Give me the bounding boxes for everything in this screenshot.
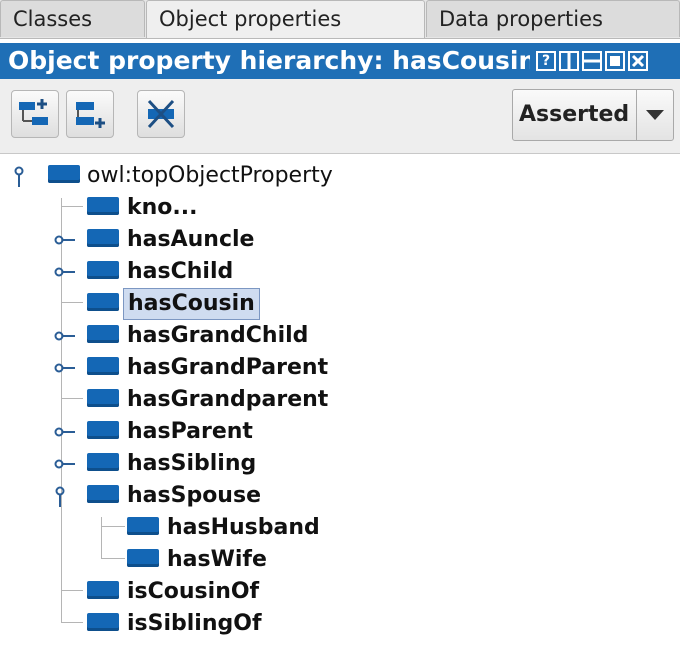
close-button[interactable] [628, 51, 648, 71]
tab-label: Classes [13, 7, 93, 31]
tree-node[interactable]: isSiblingOf [0, 608, 680, 640]
tree-node-label: hasGrandparent [127, 387, 329, 412]
view-title-bar: Object property hierarchy: hasCousin ? [0, 43, 680, 79]
tree-node-root[interactable]: owl:topObjectProperty [0, 160, 680, 192]
tree-node-label: kno... [127, 195, 198, 220]
tree-node[interactable]: isCousinOf [0, 576, 680, 608]
split-view-icon [567, 53, 571, 69]
tree-node-label: hasSpouse [127, 483, 261, 508]
tree-node-selected[interactable]: hasCousin [0, 288, 680, 320]
view-title: Object property hierarchy: hasCousin [8, 46, 530, 75]
tree-node[interactable]: hasHusband [0, 512, 680, 544]
tree-node[interactable]: hasParent [0, 416, 680, 448]
object-property-icon [127, 549, 159, 567]
tree-node[interactable]: hasChild [0, 256, 680, 288]
tree-expanded-handle-icon[interactable] [14, 166, 24, 188]
tree-node-label: hasWife [167, 547, 267, 572]
object-property-tree[interactable]: owl:topObjectProperty kno... hasAuncle h… [0, 154, 680, 662]
tab-classes[interactable]: Classes [0, 0, 145, 37]
object-property-icon [127, 517, 159, 535]
object-property-icon [87, 613, 119, 631]
object-property-icon [87, 357, 119, 375]
tree-collapsed-handle-icon[interactable] [54, 459, 76, 469]
add-sibling-property-button[interactable] [66, 90, 114, 138]
tree-collapsed-handle-icon[interactable] [54, 363, 76, 373]
add-sub-property-button[interactable] [11, 90, 59, 138]
tree-collapsed-handle-icon[interactable] [54, 331, 76, 341]
tree-node-label: hasAuncle [127, 227, 255, 252]
minimize-button[interactable] [582, 51, 602, 71]
split-view-button[interactable] [559, 51, 579, 71]
view-tab-bar: Classes Object properties Data propertie… [0, 0, 680, 39]
tree-node[interactable]: hasGrandChild [0, 320, 680, 352]
tree-node-label: hasParent [127, 419, 253, 444]
object-property-icon [87, 453, 119, 471]
tree-node-label: isCousinOf [127, 579, 260, 604]
tree-node-label: hasGrandChild [127, 323, 309, 348]
tree-collapsed-handle-icon[interactable] [54, 235, 76, 245]
tab-object-properties[interactable]: Object properties [146, 0, 425, 38]
tree-node[interactable]: hasWife [0, 544, 680, 576]
object-property-icon [87, 389, 119, 407]
help-icon: ? [541, 53, 551, 69]
close-icon [631, 54, 645, 68]
hierarchy-mode-value: Asserted [519, 102, 630, 127]
chevron-down-icon[interactable] [636, 90, 673, 140]
tab-label: Object properties [159, 7, 342, 31]
add-sub-property-icon [19, 99, 48, 125]
tree-node[interactable]: hasSibling [0, 448, 680, 480]
tree-node-label: hasSibling [127, 451, 257, 476]
object-property-icon [87, 325, 119, 343]
tree-node[interactable]: hasSpouse [0, 480, 680, 512]
tree-expanded-handle-icon[interactable] [55, 486, 65, 508]
object-property-icon [87, 229, 119, 247]
tree-node[interactable]: hasGrandParent [0, 352, 680, 384]
add-sibling-property-icon [76, 102, 105, 128]
object-property-icon [87, 197, 119, 215]
tree-node-label: hasChild [127, 259, 234, 284]
object-property-icon [87, 293, 119, 311]
object-property-icon [87, 581, 119, 599]
tree-node-label: owl:topObjectProperty [87, 163, 333, 188]
object-property-icon [87, 485, 119, 503]
tree-node-label: hasCousin [123, 288, 260, 320]
maximize-button[interactable] [605, 51, 625, 71]
maximize-icon [610, 56, 620, 66]
tree-node[interactable]: hasAuncle [0, 224, 680, 256]
tree-node-label: isSiblingOf [127, 611, 262, 636]
minimize-icon [584, 59, 600, 63]
tab-data-properties[interactable]: Data properties [426, 0, 680, 37]
object-property-icon [87, 421, 119, 439]
tree-collapsed-handle-icon[interactable] [54, 267, 76, 277]
object-property-icon [87, 261, 119, 279]
hierarchy-toolbar: Asserted [0, 79, 680, 154]
delete-property-icon [147, 99, 175, 129]
hierarchy-mode-dropdown[interactable]: Asserted [512, 89, 674, 141]
delete-property-button[interactable] [137, 90, 185, 138]
tree-node[interactable]: hasGrandparent [0, 384, 680, 416]
object-property-icon [48, 165, 80, 183]
help-button[interactable]: ? [536, 51, 556, 71]
tree-node[interactable]: kno... [0, 192, 680, 224]
tree-node-label: hasHusband [167, 515, 320, 540]
tab-label: Data properties [439, 7, 603, 31]
tree-node-label: hasGrandParent [127, 355, 329, 380]
tree-collapsed-handle-icon[interactable] [54, 427, 76, 437]
